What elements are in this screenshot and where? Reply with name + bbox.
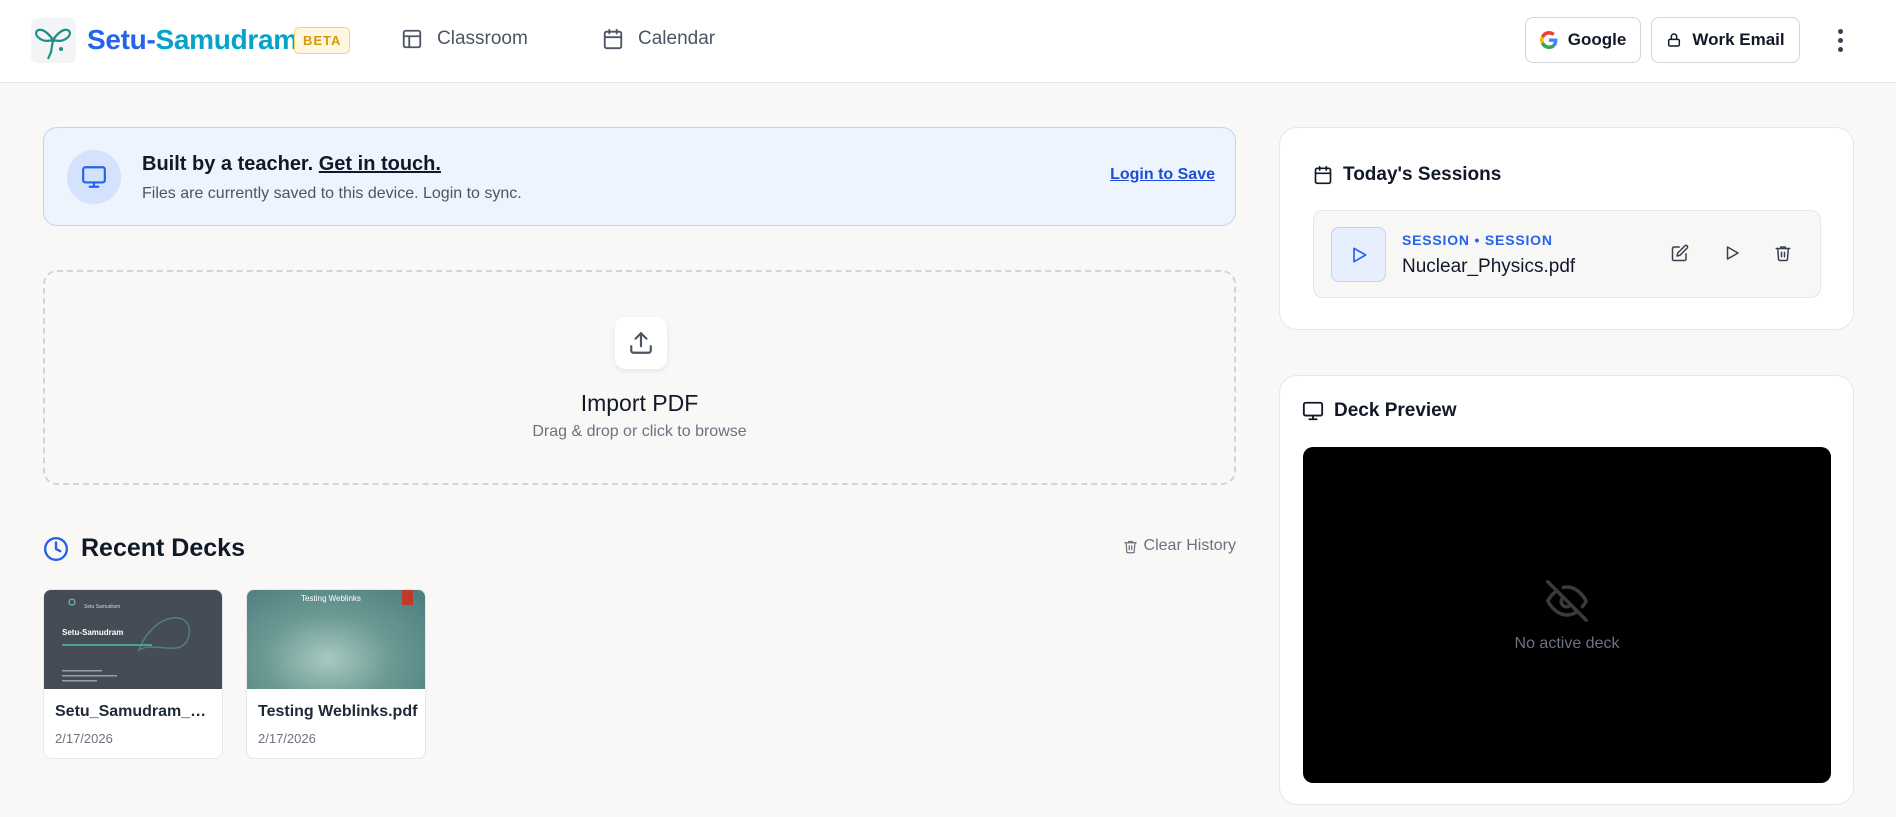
work-email-login-button[interactable]: Work Email xyxy=(1651,17,1800,63)
session-row[interactable]: SESSION • SESSION Nuclear_Physics.pdf xyxy=(1313,210,1821,298)
recent-decks-title: Recent Decks xyxy=(81,534,245,562)
layout-icon xyxy=(402,29,422,49)
edit-icon[interactable] xyxy=(1668,241,1692,265)
import-subtitle: Drag & drop or click to browse xyxy=(532,423,747,440)
nav-calendar[interactable]: Calendar xyxy=(602,28,715,50)
login-to-save-link[interactable]: Login to Save xyxy=(1110,166,1215,184)
google-login-label: Google xyxy=(1567,30,1627,49)
info-banner: Built by a teacher. Get in touch. Files … xyxy=(43,127,1236,226)
deck-name: Setu_Samudram_B... xyxy=(55,703,215,720)
more-menu-icon[interactable] xyxy=(1826,24,1854,56)
recent-decks-heading: Recent Decks xyxy=(43,534,245,563)
deck-date: 2/17/2026 xyxy=(55,731,113,746)
preview-heading: Deck Preview xyxy=(1302,400,1457,422)
deck-date: 2/17/2026 xyxy=(258,731,316,746)
preview-screen: No active deck xyxy=(1303,447,1831,783)
thumb-title-2: Testing Weblinks xyxy=(301,594,361,603)
clear-history-label: Clear History xyxy=(1143,537,1236,554)
get-in-touch-link[interactable]: Get in touch. xyxy=(319,153,441,175)
beta-badge: BETA xyxy=(294,27,351,54)
banner-title: Built by a teacher. Get in touch. xyxy=(142,153,441,175)
brand-name[interactable]: Setu-Samudram xyxy=(87,24,298,56)
trash-icon xyxy=(1123,540,1137,553)
banner-subtitle: Files are currently saved to this device… xyxy=(142,185,522,202)
work-email-label: Work Email xyxy=(1692,30,1785,49)
google-icon xyxy=(1539,31,1558,49)
calendar-icon xyxy=(603,28,623,50)
play-session-icon[interactable] xyxy=(1331,227,1386,282)
nav-classroom-label: Classroom xyxy=(437,28,528,49)
import-pdf-dropzone[interactable]: Import PDF Drag & drop or click to brows… xyxy=(43,270,1236,485)
play-icon[interactable] xyxy=(1720,241,1744,265)
import-title: Import PDF xyxy=(580,390,699,416)
nav-classroom[interactable]: Classroom xyxy=(401,28,528,50)
upload-icon xyxy=(615,317,667,369)
deck-thumbnail: Testing Weblinks xyxy=(247,590,425,689)
logo-icon[interactable] xyxy=(31,18,76,63)
lock-icon xyxy=(1668,33,1681,47)
thumb-title-1: Setu-Samudram xyxy=(62,628,123,637)
no-active-deck-text: No active deck xyxy=(1514,635,1620,652)
deck-name: Testing Weblinks.pdf xyxy=(258,703,418,720)
google-login-button[interactable]: Google xyxy=(1525,17,1641,63)
calendar-icon xyxy=(1314,165,1332,185)
monitor-icon xyxy=(67,150,121,204)
session-file-name: Nuclear_Physics.pdf xyxy=(1402,256,1576,277)
clock-icon xyxy=(43,536,69,561)
eye-off-icon xyxy=(1546,580,1588,622)
session-label: SESSION • SESSION xyxy=(1402,232,1553,248)
svg-text:Setu Samudram: Setu Samudram xyxy=(84,604,120,610)
nav-calendar-label: Calendar xyxy=(638,28,716,49)
deck-preview-panel: Deck Preview No active deck xyxy=(1279,375,1854,805)
preview-title: Deck Preview xyxy=(1334,400,1457,421)
delete-icon[interactable] xyxy=(1771,241,1795,265)
todays-sessions-panel: Today's Sessions SESSION • SESSION Nucle… xyxy=(1279,127,1854,330)
deck-card[interactable]: Testing Weblinks Testing Weblinks.pdf 2/… xyxy=(246,589,426,759)
deck-card[interactable]: Setu Samudram Setu-Samudram Setu_Samudra… xyxy=(43,589,223,759)
app-header: Setu-Samudram BETA Classroom Calendar Go… xyxy=(0,0,1896,83)
sessions-heading: Today's Sessions xyxy=(1313,164,1501,186)
deck-thumbnail: Setu Samudram Setu-Samudram xyxy=(44,590,222,689)
monitor-icon xyxy=(1302,401,1324,421)
clear-history-button[interactable]: Clear History xyxy=(1123,537,1236,555)
sessions-title: Today's Sessions xyxy=(1343,164,1502,185)
